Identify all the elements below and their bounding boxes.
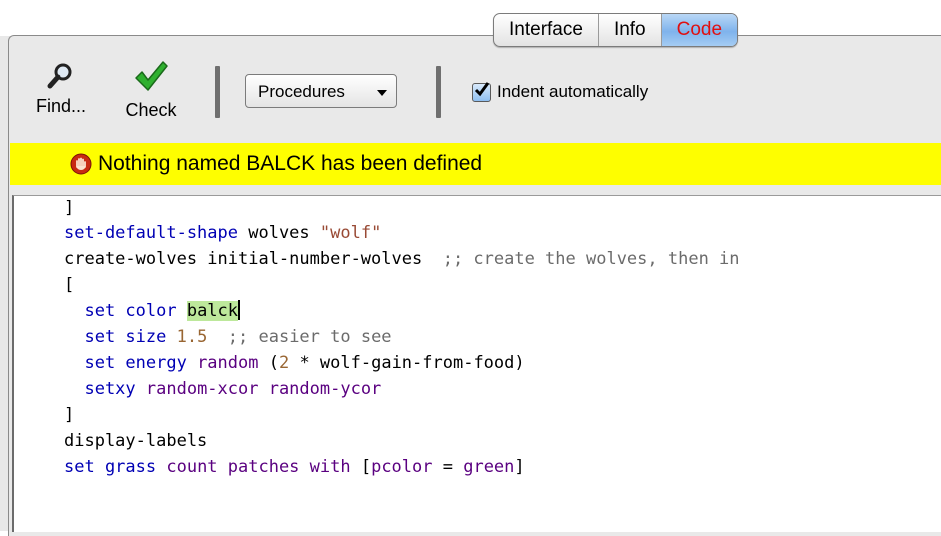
code-line: set color balck: [64, 300, 241, 321]
code-line: set grass count patches with [pcolor = g…: [64, 457, 525, 477]
tab-info[interactable]: Info: [599, 14, 662, 46]
text-caret: [238, 300, 241, 320]
code-line: ]: [64, 405, 75, 425]
magnifier-icon: [26, 56, 96, 96]
toolbar-separator: [436, 66, 441, 118]
checkmark-icon: [474, 81, 490, 96]
code-line: create-wolves initial-number-wolves ;; c…: [64, 249, 740, 269]
check-label: Check: [125, 100, 177, 120]
code-line: setxy random-xcor random-ycor: [64, 379, 382, 399]
code-line: set size 1.5 ;; easier to see: [64, 327, 392, 347]
code-line: set-default-shape wolves "wolf": [64, 223, 382, 243]
code-line: ]: [64, 198, 75, 218]
tab-bar: Interface Info Code: [493, 13, 739, 47]
toolbar-separator: [215, 66, 220, 118]
error-highlight: balck: [186, 301, 239, 321]
window-top-strip: [0, 0, 941, 36]
find-button[interactable]: Find...: [26, 56, 96, 117]
dropdown-arrow-icon: [377, 90, 387, 96]
indent-automatically-option[interactable]: Indent automatically: [472, 81, 649, 102]
stop-hand-icon: [70, 153, 92, 175]
code-line: display-labels: [64, 431, 208, 451]
green-checkmark-icon: [116, 56, 186, 96]
find-label: Find...: [35, 96, 87, 116]
error-banner: Nothing named BALCK has been defined: [10, 143, 941, 185]
check-button[interactable]: Check: [116, 56, 186, 121]
indent-checkbox[interactable]: [472, 81, 491, 102]
window: Interface Info Code Find... Check Proced…: [0, 0, 941, 536]
code-editor[interactable]: ] set-default-shape wolves "wolf" create…: [12, 195, 941, 532]
procedures-dropdown[interactable]: Procedures: [245, 74, 397, 108]
tab-code[interactable]: Code: [661, 14, 738, 46]
error-message: Nothing named BALCK has been defined: [98, 152, 483, 175]
indent-label: Indent automatically: [497, 82, 649, 101]
procedures-label: Procedures: [258, 82, 345, 101]
tab-interface[interactable]: Interface: [494, 14, 599, 46]
code-line: [: [64, 275, 75, 295]
code-line: set energy random (2 * wolf-gain-from-fo…: [64, 353, 525, 373]
